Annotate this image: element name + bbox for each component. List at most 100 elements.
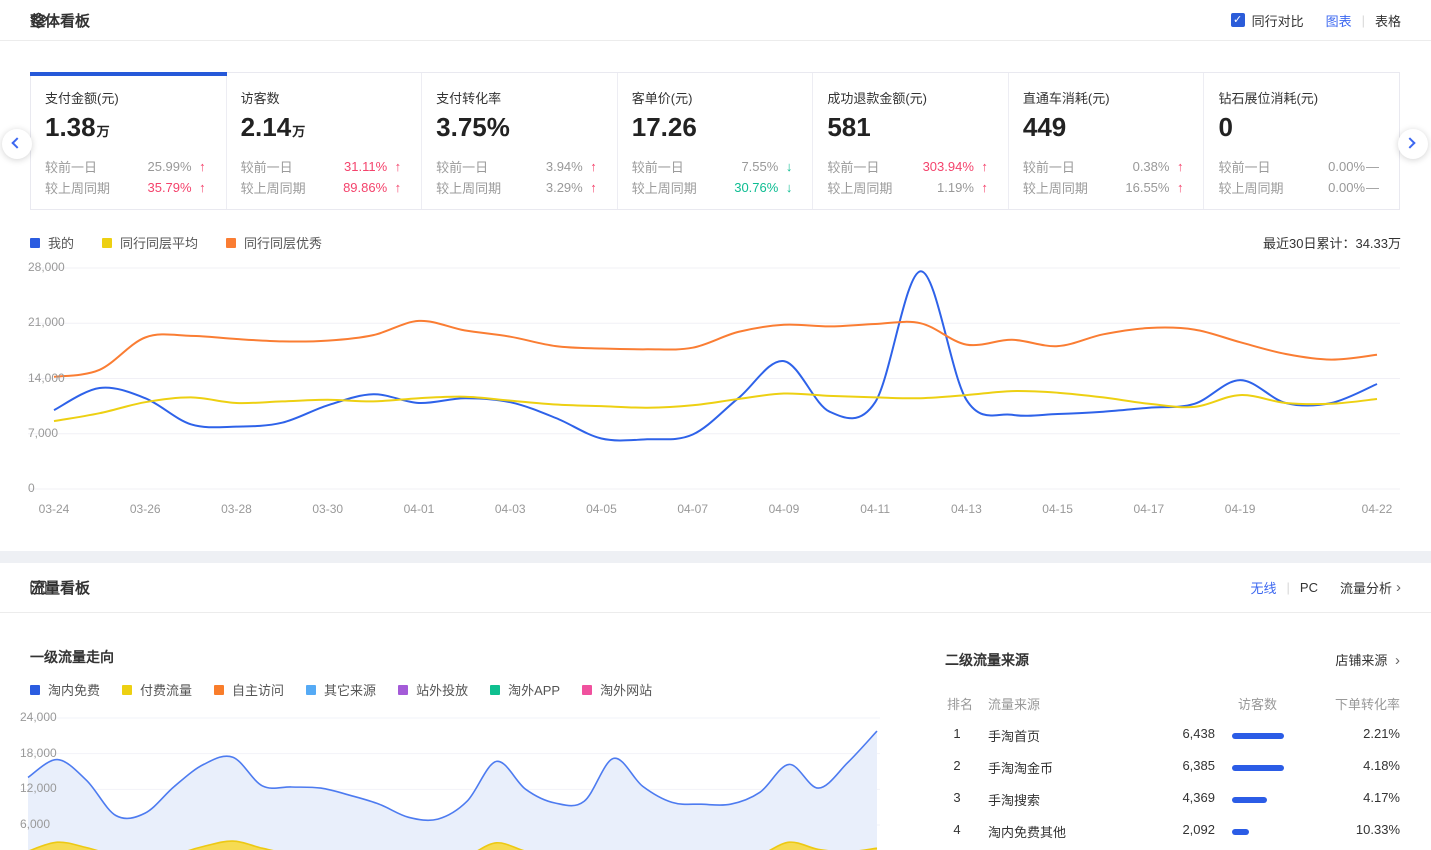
metric-label: 成功退款金额(元): [827, 88, 1008, 107]
down-arrow-icon: ↓: [778, 180, 792, 195]
metric-compare-row: 较上周同期30.76%↓: [632, 177, 793, 198]
rank-cell: 3: [947, 790, 967, 805]
legend-item[interactable]: 其它来源: [306, 680, 376, 699]
metric-value: 3.75%: [436, 112, 617, 143]
sources-title: 二级流量来源: [945, 650, 1400, 670]
legend-label: 淘内免费: [48, 680, 100, 699]
compare-label: 较前一日: [45, 157, 97, 176]
legend-swatch: [490, 685, 500, 695]
metric-compare-row: 较上周同期89.86%↑: [241, 177, 402, 198]
metric-compare-rows: 较前一日3.94%↑较上周同期3.29%↑: [436, 156, 617, 198]
series-同行同层平均: [54, 391, 1377, 421]
legend-label: 同行同层平均: [120, 233, 198, 252]
compare-label: 较前一日: [632, 157, 684, 176]
up-arrow-icon: ↑: [583, 180, 597, 195]
metric-unit: 万: [97, 124, 110, 139]
x-axis-label: 04-17: [1119, 502, 1179, 516]
legend-item[interactable]: 淘外APP: [490, 680, 560, 699]
compare-label: 较上周同期: [1218, 178, 1283, 197]
legend-item[interactable]: 同行同层平均: [102, 233, 198, 252]
peer-compare-checkbox[interactable]: ✓: [1231, 13, 1245, 27]
cards-prev-button[interactable]: [2, 129, 32, 159]
metric-label: 支付转化率: [436, 88, 617, 107]
chevron-left-icon: [11, 137, 22, 148]
legend-swatch: [306, 685, 316, 695]
table-row: 3手淘搜索4,3694.17%: [945, 790, 1400, 810]
compare-value: 31.11%: [344, 159, 387, 174]
metric-label: 客单价(元): [632, 88, 813, 107]
visitors-bar: [1232, 829, 1249, 835]
main-chart-svg: [0, 258, 1431, 520]
series-同行同层优秀: [54, 321, 1377, 377]
metric-value: 449: [1023, 112, 1204, 143]
legend-item[interactable]: 同行同层优秀: [226, 233, 322, 252]
metric-compare-row: 较前一日303.94%↑: [827, 156, 988, 177]
legend-item[interactable]: 淘内免费: [30, 680, 100, 699]
table-row: 2手淘淘金币6,3854.18%: [945, 758, 1400, 778]
table-row: 1手淘首页6,4382.21%: [945, 726, 1400, 746]
conversion-cell: 4.17%: [1310, 790, 1400, 805]
metric-card[interactable]: 钻石展位消耗(元)0较前一日0.00%—较上周同期0.00%—: [1204, 73, 1399, 209]
line-chart-icon: [30, 579, 47, 596]
legend-swatch: [398, 685, 408, 695]
active-card-indicator: [30, 72, 227, 76]
tab-pc[interactable]: PC: [1300, 580, 1318, 595]
metric-card[interactable]: 成功退款金额(元)581较前一日303.94%↑较上周同期1.19%↑: [813, 73, 1009, 209]
visitors-cell: 2,092: [1135, 822, 1215, 837]
metric-compare-row: 较上周同期 35.79%↑: [45, 177, 206, 198]
metric-card[interactable]: 支付转化率 3.75% 较前一日3.94%↑较上周同期3.29%↑: [422, 73, 618, 209]
shop-sources-link[interactable]: 店铺来源 ›: [1335, 650, 1400, 669]
metric-value: 2.14万: [241, 112, 422, 143]
series-我的: [54, 271, 1377, 440]
metric-card[interactable]: 访客数2.14万较前一日31.11%↑较上周同期89.86%↑: [227, 73, 423, 209]
x-axis-label: 03-28: [206, 502, 266, 516]
legend-swatch: [30, 238, 40, 248]
conversion-cell: 2.21%: [1310, 726, 1400, 741]
view-chart-toggle[interactable]: 图表: [1326, 11, 1352, 30]
source-cell[interactable]: 淘内免费其他: [988, 822, 1066, 841]
cards-next-button[interactable]: [1398, 129, 1428, 159]
legend-item[interactable]: 自主访问: [214, 680, 284, 699]
legend-label: 淘外APP: [508, 680, 560, 699]
metric-compare-row: 较前一日25.99%↑: [45, 156, 206, 177]
x-axis-label: 04-01: [389, 502, 449, 516]
metric-compare-rows: 较前一日31.11%↑较上周同期89.86%↑: [241, 156, 422, 198]
up-arrow-icon: ↑: [1169, 159, 1183, 174]
compare-value: 25.99%: [147, 159, 191, 174]
source-cell[interactable]: 手淘淘金币: [988, 758, 1053, 777]
y-axis-label: 28,000: [28, 260, 65, 274]
layers-icon: [30, 12, 47, 29]
compare-label: 较上周同期: [45, 178, 110, 197]
legend-item[interactable]: 淘外网站: [582, 680, 652, 699]
metric-card[interactable]: 直通车消耗(元)449较前一日0.38%↑较上周同期16.55%↑: [1009, 73, 1205, 209]
legend-item[interactable]: 我的: [30, 233, 74, 252]
tab-wireless[interactable]: 无线: [1251, 578, 1277, 597]
sources-table-header: 排名 流量来源 访客数 下单转化率: [945, 694, 1400, 712]
traffic-analysis-link[interactable]: 流量分析: [1340, 578, 1392, 597]
metric-card[interactable]: 客单价(元)17.26较前一日7.55%↓较上周同期30.76%↓: [618, 73, 814, 209]
main-chart-legend: 我的 同行同层平均 同行同层优秀: [30, 233, 350, 252]
up-arrow-icon: ↑: [387, 159, 401, 174]
metric-compare-rows: 较前一日0.00%—较上周同期0.00%—: [1218, 156, 1399, 198]
metric-compare-row: 较前一日3.94%↑: [436, 156, 597, 177]
shop-sources-label[interactable]: 店铺来源: [1335, 653, 1387, 668]
source-cell[interactable]: 手淘搜索: [988, 790, 1040, 809]
compare-value: 0.00%: [1328, 159, 1365, 174]
metric-card[interactable]: 支付金额(元)1.38万较前一日25.99%↑较上周同期35.79%↑: [31, 73, 227, 209]
view-table-toggle[interactable]: 表格: [1375, 11, 1401, 30]
up-arrow-icon: ↑: [192, 180, 206, 195]
compare-label: 较前一日: [1023, 157, 1075, 176]
source-cell[interactable]: 手淘首页: [988, 726, 1040, 745]
legend-label: 淘外网站: [600, 680, 652, 699]
legend-label: 我的: [48, 233, 74, 252]
compare-value: 35.79%: [147, 180, 191, 195]
metric-unit: 万: [292, 124, 305, 139]
metric-label: 钻石展位消耗(元): [1218, 88, 1399, 107]
legend-item[interactable]: 站外投放: [398, 680, 468, 699]
y-axis-label: 0: [28, 481, 35, 495]
col-source: 流量来源: [988, 694, 1040, 713]
compare-value: 16.55%: [1125, 180, 1169, 195]
compare-value: 7.55%: [741, 159, 778, 174]
peer-compare-label[interactable]: 同行对比: [1252, 11, 1304, 30]
legend-item[interactable]: 付费流量: [122, 680, 192, 699]
